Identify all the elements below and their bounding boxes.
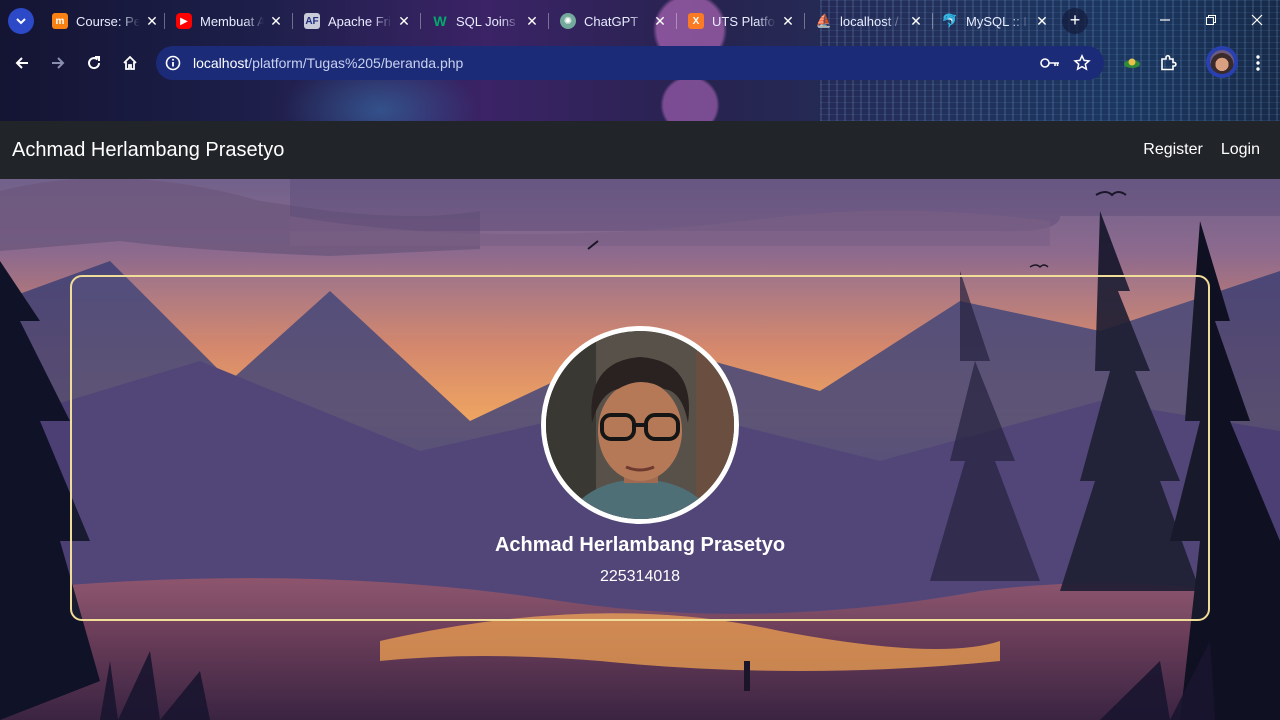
url-host: localhost bbox=[193, 55, 249, 71]
close-icon[interactable]: ✕ bbox=[268, 13, 284, 30]
more-vertical-icon bbox=[1256, 55, 1260, 71]
minimize-icon bbox=[1160, 19, 1170, 21]
web-page: Achmad Herlambang Prasetyo Register Logi… bbox=[0, 121, 1280, 720]
star-icon bbox=[1073, 54, 1091, 71]
key-icon bbox=[1040, 58, 1059, 68]
close-icon[interactable]: ✕ bbox=[524, 13, 540, 30]
reload-icon bbox=[88, 56, 101, 70]
password-key-button[interactable] bbox=[1040, 53, 1060, 73]
tab-title: MySQL :: I bbox=[966, 13, 1027, 29]
xampp-icon: X bbox=[688, 13, 704, 29]
back-button[interactable] bbox=[8, 49, 36, 77]
avatar bbox=[1210, 50, 1234, 74]
tab-search-button[interactable] bbox=[8, 8, 34, 34]
tab-phpmyadmin[interactable]: ⛵ localhost / ✕ bbox=[816, 8, 924, 34]
new-tab-button[interactable]: + bbox=[1062, 8, 1088, 34]
puzzle-icon bbox=[1161, 54, 1177, 71]
chatgpt-icon: ✺ bbox=[560, 13, 576, 29]
tab-title: localhost / bbox=[840, 13, 899, 29]
tab-sql-joins[interactable]: W SQL Joins ✕ bbox=[432, 8, 540, 34]
moodle-icon: m bbox=[52, 13, 68, 29]
tab-apache-friends[interactable]: AF Apache Fri ✕ bbox=[304, 8, 412, 34]
site-navbar: Achmad Herlambang Prasetyo Register Logi… bbox=[0, 121, 1280, 179]
reload-button[interactable] bbox=[80, 49, 108, 77]
navbar-links: Register Login bbox=[1143, 141, 1260, 159]
tab-title: ChatGPT bbox=[584, 13, 639, 29]
url-text: localhost/platform/Tugas%205/beranda.php bbox=[193, 55, 463, 71]
browser-toolbar: localhost/platform/Tugas%205/beranda.php bbox=[0, 40, 1280, 86]
mysql-icon: 🐬 bbox=[942, 13, 959, 28]
extensions-menu-button[interactable] bbox=[1156, 51, 1180, 75]
browser-chrome: m Course: Pe ✕ ▶ Membuat A ✕ AF Apache F… bbox=[0, 0, 1280, 121]
tab-separator bbox=[932, 13, 933, 29]
apache-friends-icon: AF bbox=[304, 13, 320, 29]
extension-button[interactable] bbox=[1120, 51, 1144, 75]
w3schools-icon: W bbox=[433, 13, 447, 29]
youtube-icon: ▶ bbox=[176, 13, 192, 29]
minimize-button[interactable] bbox=[1142, 6, 1188, 34]
tab-title: SQL Joins bbox=[456, 13, 516, 29]
profile-photo bbox=[541, 326, 739, 524]
close-icon[interactable]: ✕ bbox=[144, 13, 160, 30]
register-link[interactable]: Register bbox=[1143, 141, 1203, 159]
home-button[interactable] bbox=[116, 49, 144, 77]
tab-separator bbox=[164, 13, 165, 29]
tab-title: UTS Platfo bbox=[712, 13, 775, 29]
restore-button[interactable] bbox=[1188, 6, 1234, 34]
forward-button[interactable] bbox=[44, 49, 72, 77]
phpmyadmin-icon: ⛵ bbox=[816, 13, 833, 28]
tab-title: Membuat A bbox=[200, 13, 264, 29]
tab-title: Course: Pe bbox=[76, 13, 140, 29]
extension-logo-icon bbox=[1124, 58, 1140, 68]
tab-strip: m Course: Pe ✕ ▶ Membuat A ✕ AF Apache F… bbox=[0, 0, 1280, 40]
tab-uts-platform[interactable]: X UTS Platfo ✕ bbox=[688, 8, 796, 34]
browser-menu-button[interactable] bbox=[1246, 51, 1270, 75]
tab-title: Apache Fri bbox=[328, 13, 391, 29]
tab-separator bbox=[292, 13, 293, 29]
tab-separator bbox=[548, 13, 549, 29]
tab-course[interactable]: m Course: Pe ✕ bbox=[52, 8, 160, 34]
tab-chatgpt[interactable]: ✺ ChatGPT ✕ bbox=[560, 8, 668, 34]
url-path: /platform/Tugas%205/beranda.php bbox=[248, 55, 464, 71]
navbar-brand[interactable]: Achmad Herlambang Prasetyo bbox=[12, 139, 284, 162]
profile-card: Achmad Herlambang Prasetyo 225314018 bbox=[70, 275, 1210, 621]
chevron-down-icon bbox=[16, 18, 26, 25]
info-icon bbox=[165, 55, 181, 71]
arrow-right-icon bbox=[52, 57, 65, 69]
person-photo-icon bbox=[546, 331, 734, 519]
close-icon[interactable]: ✕ bbox=[780, 13, 796, 30]
address-bar[interactable]: localhost/platform/Tugas%205/beranda.php bbox=[156, 46, 1104, 80]
tab-separator bbox=[804, 13, 805, 29]
login-link[interactable]: Login bbox=[1221, 141, 1260, 159]
close-icon bbox=[1251, 14, 1263, 26]
profile-student-id: 225314018 bbox=[599, 568, 681, 585]
close-icon[interactable]: ✕ bbox=[908, 13, 924, 30]
bookmark-star-button[interactable] bbox=[1072, 53, 1092, 73]
close-window-button[interactable] bbox=[1234, 6, 1280, 34]
restore-icon bbox=[1206, 15, 1216, 25]
profile-name: Achmad Herlambang Prasetyo bbox=[494, 534, 786, 556]
tab-mysql[interactable]: 🐬 MySQL :: I ✕ bbox=[942, 8, 1050, 34]
home-icon bbox=[123, 55, 137, 70]
site-info-button[interactable] bbox=[156, 46, 190, 80]
close-icon[interactable]: ✕ bbox=[396, 13, 412, 30]
tab-separator bbox=[420, 13, 421, 29]
arrow-left-icon bbox=[15, 57, 28, 69]
tab-separator bbox=[676, 13, 677, 29]
tab-youtube[interactable]: ▶ Membuat A ✕ bbox=[176, 8, 284, 34]
close-icon[interactable]: ✕ bbox=[652, 13, 668, 30]
close-icon[interactable]: ✕ bbox=[1034, 13, 1050, 30]
profile-avatar-button[interactable] bbox=[1206, 46, 1238, 78]
